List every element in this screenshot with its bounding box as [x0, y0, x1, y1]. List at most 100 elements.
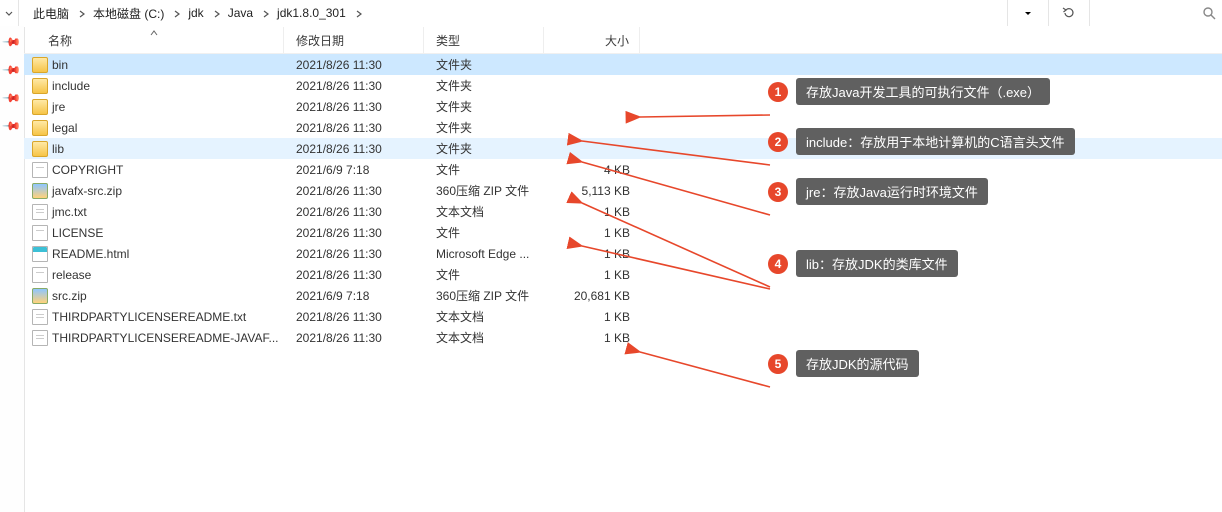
file-name: jmc.txt [52, 205, 87, 219]
cell-name: bin [24, 57, 284, 73]
breadcrumb-part[interactable]: jdk [184, 0, 223, 26]
file-name: README.html [52, 247, 129, 261]
cell-date: 2021/8/26 11:30 [284, 247, 424, 261]
cell-type: 文件 [424, 161, 544, 178]
column-header-name[interactable]: 名称 [24, 27, 284, 53]
breadcrumb-label: jdk1.8.0_301 [273, 6, 352, 20]
left-gutter: 📌 📌 📌 📌 [0, 26, 25, 512]
column-headers[interactable]: 名称 修改日期 类型 大小 [24, 26, 1222, 54]
cell-name: THIRDPARTYLICENSEREADME-JAVAF... [24, 330, 284, 346]
column-header-type[interactable]: 类型 [424, 27, 544, 53]
folder-icon [32, 141, 48, 157]
zip-icon [32, 288, 48, 304]
text-icon [32, 204, 48, 220]
table-row[interactable]: COPYRIGHT2021/6/9 7:18文件4 KB [24, 159, 1222, 180]
cell-type: 文件 [424, 266, 544, 283]
file-name: bin [52, 58, 68, 72]
cell-type: 文件 [424, 224, 544, 241]
cell-name: legal [24, 120, 284, 136]
table-row[interactable]: jre2021/8/26 11:30文件夹 [24, 96, 1222, 117]
chevron-right-icon [75, 6, 89, 20]
breadcrumb-part[interactable]: jdk1.8.0_301 [273, 0, 366, 26]
text-icon [32, 330, 48, 346]
breadcrumb-label: 此电脑 [29, 5, 75, 22]
cell-name: release [24, 267, 284, 283]
recents-dropdown-button[interactable] [1008, 0, 1049, 26]
breadcrumb[interactable]: 此电脑本地磁盘 (C:) jdk Javajdk1.8.0_301 [21, 0, 1008, 26]
breadcrumb-part[interactable]: 本地磁盘 (C:) [89, 0, 184, 26]
file-name: javafx-src.zip [52, 184, 122, 198]
cell-date: 2021/8/26 11:30 [284, 184, 424, 198]
breadcrumb-label: 本地磁盘 (C:) [89, 5, 170, 22]
table-row[interactable]: javafx-src.zip2021/8/26 11:30360压缩 ZIP 文… [24, 180, 1222, 201]
cell-name: COPYRIGHT [24, 162, 284, 178]
cell-date: 2021/8/26 11:30 [284, 310, 424, 324]
table-row[interactable]: THIRDPARTYLICENSEREADME-JAVAF... 2021/8/2… [24, 327, 1222, 348]
cell-date: 2021/8/26 11:30 [284, 226, 424, 240]
cell-date: 2021/6/9 7:18 [284, 289, 424, 303]
cell-date: 2021/8/26 11:30 [284, 205, 424, 219]
cell-size: 1 KB [544, 310, 640, 324]
cell-size: 1 KB [544, 205, 640, 219]
cell-type: 文件夹 [424, 56, 544, 73]
table-row[interactable]: LICENSE2021/8/26 11:30文件1 KB [24, 222, 1222, 243]
refresh-button[interactable] [1049, 0, 1090, 26]
sort-indicator-icon [149, 25, 159, 39]
cell-type: 文本文档 [424, 329, 544, 346]
cell-name: THIRDPARTYLICENSEREADME.txt [24, 309, 284, 325]
cell-type: Microsoft Edge ... [424, 247, 544, 261]
table-row[interactable]: release2021/8/26 11:30文件1 KB [24, 264, 1222, 285]
folder-icon [32, 99, 48, 115]
table-row[interactable]: THIRDPARTYLICENSEREADME.txt2021/8/26 11:… [24, 306, 1222, 327]
cell-date: 2021/8/26 11:30 [284, 331, 424, 345]
cell-name: jmc.txt [24, 204, 284, 220]
column-name-label: 名称 [48, 32, 72, 49]
cell-size: 1 KB [544, 268, 640, 282]
cell-name: src.zip [24, 288, 284, 304]
breadcrumb-part[interactable]: Java [224, 0, 273, 26]
table-row[interactable]: src.zip2021/6/9 7:18360压缩 ZIP 文件20,681 K… [24, 285, 1222, 306]
zip-icon [32, 183, 48, 199]
folder-icon [32, 57, 48, 73]
main-pane: 名称 修改日期 类型 大小 bin2021/8/26 11:30文件夹inclu… [24, 26, 1222, 512]
html-icon [32, 246, 48, 262]
table-row[interactable]: jmc.txt2021/8/26 11:30文本文档1 KB [24, 201, 1222, 222]
address-bar: 此电脑本地磁盘 (C:) jdk Javajdk1.8.0_301 [0, 0, 1222, 27]
search-box[interactable] [1090, 0, 1222, 26]
cell-type: 文本文档 [424, 308, 544, 325]
cell-size: 1 KB [544, 247, 640, 261]
table-row[interactable]: legal2021/8/26 11:30文件夹 [24, 117, 1222, 138]
file-icon [32, 162, 48, 178]
cell-date: 2021/8/26 11:30 [284, 79, 424, 93]
cell-name: README.html [24, 246, 284, 262]
file-name: lib [52, 142, 64, 156]
column-header-date[interactable]: 修改日期 [284, 27, 424, 53]
table-row[interactable]: README.html 2021/8/26 11:30Microsoft Edge… [24, 243, 1222, 264]
cell-name: javafx-src.zip [24, 183, 284, 199]
file-icon [32, 225, 48, 241]
breadcrumb-label: jdk [184, 6, 209, 20]
file-icon [32, 267, 48, 283]
history-dropdown-button[interactable] [0, 0, 19, 26]
cell-date: 2021/6/9 7:18 [284, 163, 424, 177]
cell-date: 2021/8/26 11:30 [284, 58, 424, 72]
table-row[interactable]: lib2021/8/26 11:30文件夹 [24, 138, 1222, 159]
column-date-label: 修改日期 [296, 32, 344, 49]
column-type-label: 类型 [436, 32, 460, 49]
file-name: COPYRIGHT [52, 163, 123, 177]
file-name: LICENSE [52, 226, 103, 240]
file-name: legal [52, 121, 77, 135]
cell-type: 文件夹 [424, 140, 544, 157]
table-row[interactable]: bin 2021/8/26 11:30文件夹 [24, 54, 1222, 75]
cell-type: 文件夹 [424, 77, 544, 94]
column-size-label: 大小 [605, 32, 629, 49]
cell-size: 1 KB [544, 331, 640, 345]
file-name: src.zip [52, 289, 87, 303]
search-icon [1202, 6, 1216, 20]
breadcrumb-part[interactable]: 此电脑 [29, 0, 89, 26]
file-name: jre [52, 100, 65, 114]
column-header-size[interactable]: 大小 [544, 27, 640, 53]
cell-size: 20,681 KB [544, 289, 640, 303]
table-row[interactable]: include2021/8/26 11:30文件夹 [24, 75, 1222, 96]
file-name: THIRDPARTYLICENSEREADME-JAVAF... [52, 331, 278, 345]
